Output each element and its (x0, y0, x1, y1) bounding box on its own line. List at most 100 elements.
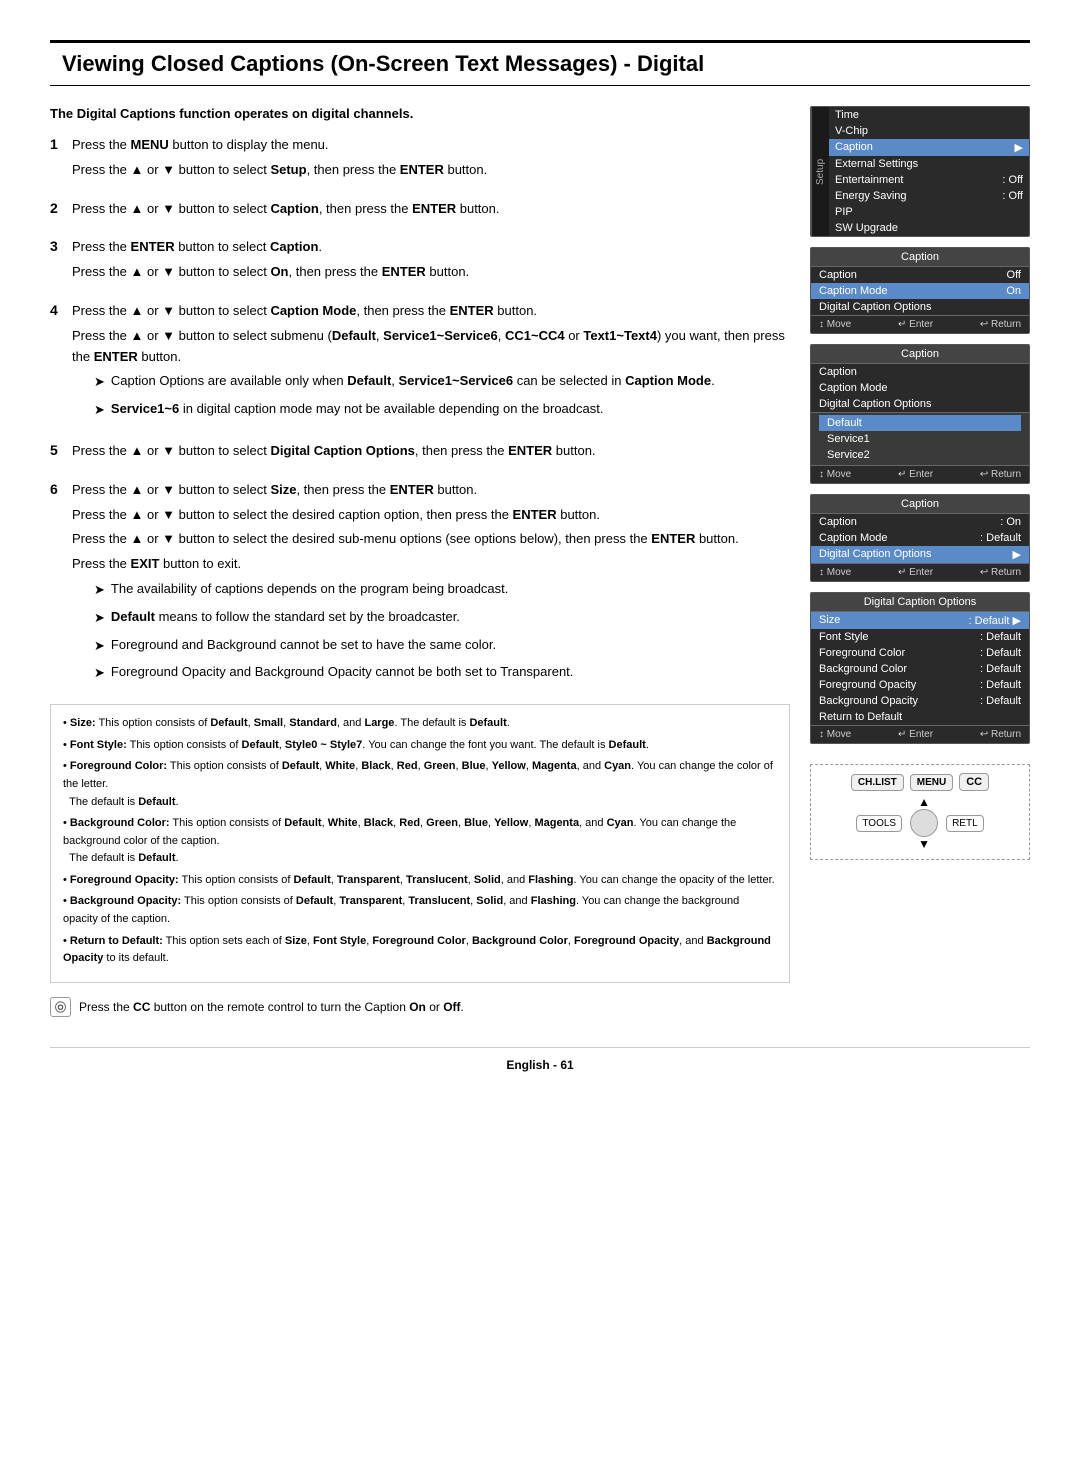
step-1: 1 Press the MENU button to display the m… (50, 135, 790, 185)
tv-panel-caption3: Caption Caption : On Caption Mode : Defa… (810, 494, 1030, 582)
row-label: Digital Caption Options (819, 398, 932, 410)
step-6-note-4: ➤ Foreground Opacity and Background Opac… (94, 662, 790, 684)
footer-return: ↩ Return (980, 729, 1021, 740)
arrow-up-button[interactable]: ▲ (918, 795, 930, 809)
row-label: SW Upgrade (835, 222, 898, 234)
panel-digital-title: Digital Caption Options (811, 593, 1029, 612)
arrow-pad: ▲ ▼ (910, 795, 938, 851)
row-label: Caption (835, 141, 873, 154)
step-6-line-4: Press the EXIT button to exit. (72, 554, 790, 575)
center-button[interactable] (910, 809, 938, 837)
panel-digital-row-size: Size : Default ▶ (811, 612, 1029, 629)
notes-item-7: • Return to Default: This option sets ea… (63, 933, 777, 968)
step-5-content: Press the ▲ or ▼ button to select Digita… (72, 441, 790, 466)
step-6-note-2-text: Default means to follow the standard set… (111, 607, 460, 628)
ch-list-button[interactable]: CH.LIST (851, 774, 904, 791)
row-label: Caption Mode (819, 285, 888, 297)
footer-enter: ↵ Enter (898, 567, 933, 578)
step-3-num: 3 (50, 238, 72, 254)
step-2: 2 Press the ▲ or ▼ button to select Capt… (50, 199, 790, 224)
arrow-down-button[interactable]: ▼ (918, 837, 930, 851)
tv-panel-caption1: Caption Caption Off Caption Mode On Digi… (810, 247, 1030, 334)
row-label: Return to Default (819, 711, 902, 723)
tools-button[interactable]: TOOLS (856, 815, 902, 832)
panel-setup-row-external: External Settings (829, 156, 1029, 172)
panel-caption3-row-options: Digital Caption Options ▶ (811, 546, 1029, 563)
row-label: Entertainment (835, 174, 903, 186)
remote-bottom-row: TOOLS ▲ ▼ RETL (856, 795, 983, 851)
right-column: Setup Time V-Chip Caption ▶ External Set… (810, 106, 1030, 1017)
step-6-note-3: ➤ Foreground and Background cannot be se… (94, 635, 790, 657)
step-5-line-1: Press the ▲ or ▼ button to select Digita… (72, 441, 790, 462)
footer-move: ↕ Move (819, 469, 851, 480)
footer-enter: ↵ Enter (898, 469, 933, 480)
row-label: Caption Mode (819, 382, 888, 394)
notes-item-4: • Background Color: This option consists… (63, 815, 777, 868)
panel-setup-row-sw: SW Upgrade (829, 220, 1029, 236)
step-3-content: Press the ENTER button to select Caption… (72, 237, 790, 287)
row-label: Background Opacity (819, 695, 918, 707)
row-value: : On (1000, 516, 1021, 528)
panel-digital-row-bgcolor: Background Color : Default (811, 661, 1029, 677)
panel-caption2-row-mode: Caption Mode (811, 380, 1029, 396)
row-value: : Default (980, 679, 1021, 691)
panel-caption3-title: Caption (811, 495, 1029, 514)
notes-item-6: • Background Opacity: This option consis… (63, 893, 777, 928)
panel-setup-row-vchip: V-Chip (829, 123, 1029, 139)
tv-panel-digital-options: Digital Caption Options Size : Default ▶… (810, 592, 1030, 744)
footer-return: ↩ Return (980, 469, 1021, 480)
retl-button[interactable]: RETL (946, 815, 984, 832)
notes-item-1: • Size: This option consists of Default,… (63, 715, 777, 733)
step-2-content: Press the ▲ or ▼ button to select Captio… (72, 199, 790, 224)
panel-caption2-title: Caption (811, 345, 1029, 364)
footer-return: ↩ Return (980, 319, 1021, 330)
row-label: Time (835, 109, 859, 121)
panel-caption2-row-service2: Service2 (819, 447, 1021, 463)
panel-setup-label: Setup (811, 107, 829, 236)
row-value: : Default (980, 647, 1021, 659)
row-arrow: ▶ (1015, 141, 1023, 154)
intro-text: The Digital Captions function operates o… (50, 106, 790, 121)
row-label: PIP (835, 206, 853, 218)
row-label: Caption (819, 269, 857, 281)
row-value: : Default (980, 532, 1021, 544)
row-arrow: ▶ (1013, 548, 1021, 561)
panel-digital-row-return: Return to Default (811, 709, 1029, 725)
row-label: Size (819, 614, 840, 627)
notes-box: • Size: This option consists of Default,… (50, 704, 790, 983)
footer-enter: ↵ Enter (898, 319, 933, 330)
cc-button[interactable]: CC (959, 773, 989, 791)
notes-item-5: • Foreground Opacity: This option consis… (63, 872, 777, 890)
row-label: Digital Caption Options (819, 548, 932, 561)
step-2-num: 2 (50, 200, 72, 216)
panel-caption3-row-mode: Caption Mode : Default (811, 530, 1029, 546)
row-value: : Default ▶ (969, 614, 1021, 627)
panel-digital-row-fgopacity: Foreground Opacity : Default (811, 677, 1029, 693)
step-1-line-2: Press the ▲ or ▼ button to select Setup,… (72, 160, 790, 181)
page-footer: English - 61 (50, 1047, 1030, 1072)
step-3-line-2: Press the ▲ or ▼ button to select On, th… (72, 262, 790, 283)
step-6: 6 Press the ▲ or ▼ button to select Size… (50, 480, 790, 690)
menu-button[interactable]: MENU (910, 774, 953, 791)
row-label: Caption (819, 366, 857, 378)
panel-digital-footer: ↕ Move ↵ Enter ↩ Return (811, 725, 1029, 743)
step-5: 5 Press the ▲ or ▼ button to select Digi… (50, 441, 790, 466)
cc-icon: ㉧ (50, 997, 71, 1017)
footer-move: ↕ Move (819, 729, 851, 740)
row-label: Caption (819, 516, 857, 528)
step-4-content: Press the ▲ or ▼ button to select Captio… (72, 301, 790, 427)
panel-caption1-footer: ↕ Move ↵ Enter ↩ Return (811, 315, 1029, 333)
step-6-note-1-text: The availability of captions depends on … (111, 579, 508, 600)
row-label: Foreground Opacity (819, 679, 916, 691)
tv-panel-caption2: Caption Caption Caption Mode Digital Cap… (810, 344, 1030, 484)
panel-caption2-footer: ↕ Move ↵ Enter ↩ Return (811, 465, 1029, 483)
row-label: Background Color (819, 663, 907, 675)
panel-caption3-footer: ↕ Move ↵ Enter ↩ Return (811, 563, 1029, 581)
row-label: Font Style (819, 631, 869, 643)
row-value: : Default (980, 695, 1021, 707)
step-6-note-2: ➤ Default means to follow the standard s… (94, 607, 790, 629)
row-label: Energy Saving (835, 190, 907, 202)
panel-caption2-row-default: Default (819, 415, 1021, 431)
panel-caption1-title: Caption (811, 248, 1029, 267)
step-3-line-1: Press the ENTER button to select Caption… (72, 237, 790, 258)
